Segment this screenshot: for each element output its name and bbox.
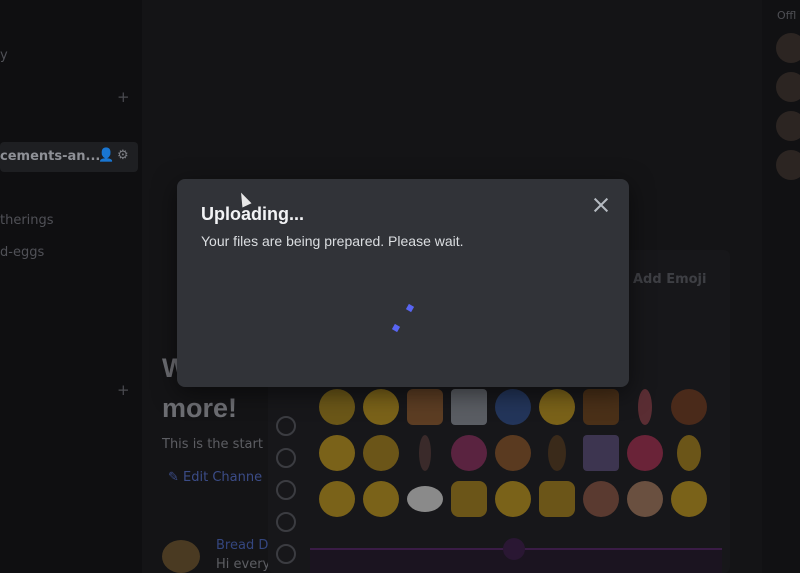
emoji[interactable]	[667, 431, 711, 475]
bicycle-category-icon[interactable]	[276, 544, 296, 564]
emoji[interactable]	[359, 477, 403, 521]
add-channel-icon[interactable]: +	[117, 88, 130, 106]
sidebar-item-label[interactable]: therings	[0, 213, 54, 228]
emoji[interactable]	[403, 431, 447, 475]
emoji[interactable]	[491, 385, 535, 429]
close-icon[interactable]	[589, 193, 613, 217]
modal-title: Uploading...	[201, 204, 304, 224]
emoji[interactable]	[403, 477, 447, 521]
emoji[interactable]	[667, 385, 711, 429]
emoji[interactable]	[623, 385, 667, 429]
emoji-grid	[315, 385, 711, 521]
gamepad-category-icon[interactable]	[276, 512, 296, 532]
emoji[interactable]	[579, 431, 623, 475]
gear-icon[interactable]: ⚙	[117, 148, 129, 163]
message-text: Hi every	[216, 557, 271, 572]
sidebar-item-label[interactable]: d-eggs	[0, 245, 44, 260]
edit-channel-link[interactable]: ✎ Edit Channe	[168, 470, 262, 485]
emoji[interactable]	[667, 477, 711, 521]
emoji[interactable]	[491, 431, 535, 475]
add-member-icon[interactable]: 👤	[98, 148, 114, 163]
avatar[interactable]	[776, 72, 800, 102]
emoji[interactable]	[315, 477, 359, 521]
avatar[interactable]	[776, 111, 800, 141]
emoji[interactable]	[447, 385, 491, 429]
emoji[interactable]	[535, 385, 579, 429]
sidebar-item-active[interactable]: cements-an... 👤 ⚙	[0, 142, 138, 172]
add-channel-icon[interactable]: +	[117, 381, 130, 399]
emoji[interactable]	[359, 431, 403, 475]
channel-sidebar: y + cements-an... 👤 ⚙ therings d-eggs +	[0, 0, 142, 573]
avatar[interactable]	[162, 540, 200, 573]
welcome-heading-line2: more!	[162, 393, 238, 423]
sidebar-item-label[interactable]: y	[0, 48, 8, 63]
emoji[interactable]	[315, 431, 359, 475]
emoji[interactable]	[359, 385, 403, 429]
lock-icon	[503, 538, 525, 560]
add-emoji-button[interactable]: Add Emoji	[633, 272, 706, 287]
leaf-category-icon[interactable]	[276, 448, 296, 468]
food-category-icon[interactable]	[276, 480, 296, 500]
welcome-subtitle: This is the start	[162, 437, 263, 452]
member-group-header: Offl	[777, 9, 797, 22]
sidebar-item-label: cements-an...	[0, 149, 101, 164]
emoji[interactable]	[447, 477, 491, 521]
emoji[interactable]	[403, 385, 447, 429]
message-author[interactable]: Bread D	[216, 538, 268, 553]
emoji[interactable]	[579, 477, 623, 521]
modal-description: Your files are being prepared. Please wa…	[201, 233, 464, 249]
emoji[interactable]	[579, 385, 623, 429]
avatar[interactable]	[776, 150, 800, 180]
loading-spinner-icon	[387, 299, 417, 339]
smiley-category-icon[interactable]	[276, 416, 296, 436]
emoji[interactable]	[623, 477, 667, 521]
emoji[interactable]	[535, 477, 579, 521]
avatar[interactable]	[776, 33, 800, 63]
emoji[interactable]	[535, 431, 579, 475]
emoji[interactable]	[623, 431, 667, 475]
emoji[interactable]	[315, 385, 359, 429]
emoji[interactable]	[447, 431, 491, 475]
upload-modal: Uploading... Your files are being prepar…	[177, 179, 629, 387]
edit-channel-label: Edit Channe	[183, 470, 263, 485]
emoji[interactable]	[491, 477, 535, 521]
